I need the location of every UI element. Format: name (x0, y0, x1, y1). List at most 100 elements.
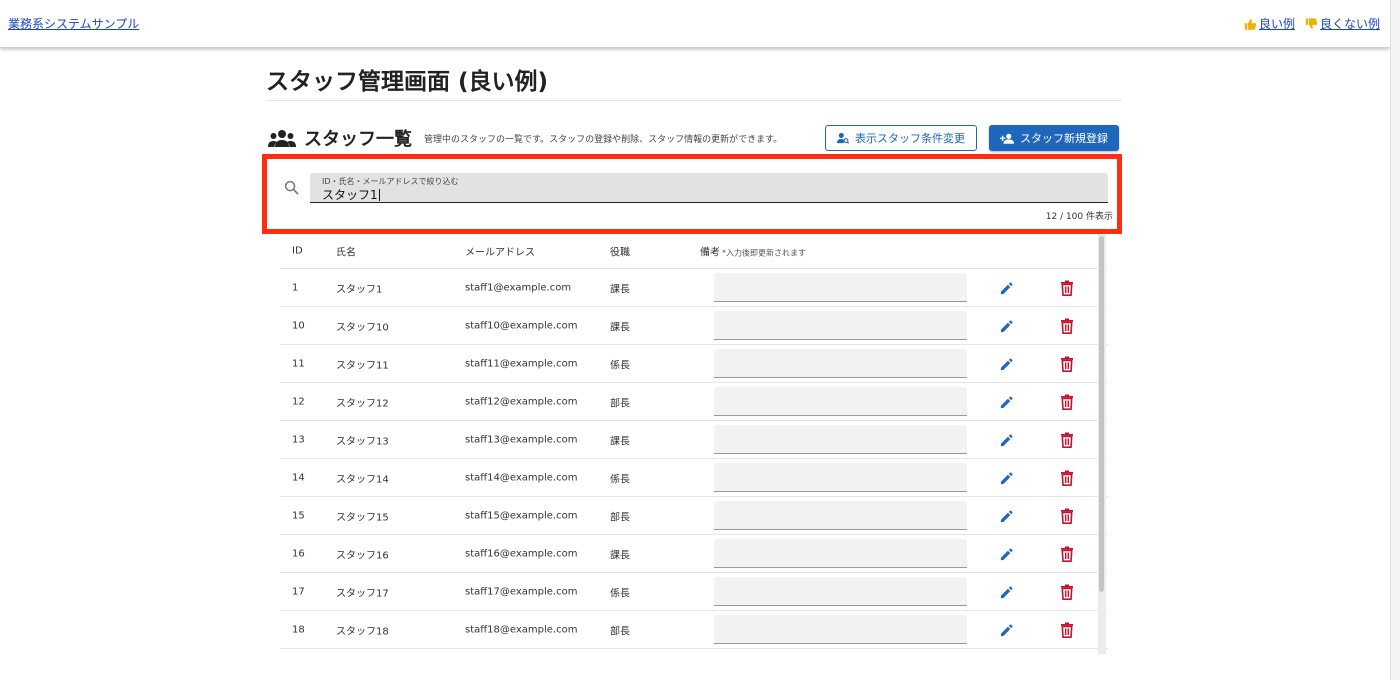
cell-email: staff17@example.com (465, 586, 578, 597)
cell-role: 係長 (610, 588, 630, 599)
edit-pencil-icon[interactable] (999, 547, 1014, 562)
col-header-email: メールアドレス (465, 247, 535, 259)
edit-pencil-icon[interactable] (999, 471, 1014, 486)
cell-role: 課長 (610, 550, 630, 561)
cell-role: 部長 (610, 626, 630, 637)
section-description: 管理中のスタッフの一覧です。スタッフの登録や削除、スタッフ情報の更新ができます。 (424, 134, 783, 145)
people-icon (268, 130, 296, 147)
note-input[interactable] (714, 387, 967, 416)
delete-trash-icon[interactable] (1060, 470, 1074, 486)
cell-email: staff1@example.com (465, 282, 572, 293)
edit-pencil-icon[interactable] (999, 281, 1014, 296)
cell-id: 12 (292, 396, 305, 407)
result-count: 12 / 100 件表示 (1045, 212, 1113, 222)
edit-pencil-icon[interactable] (999, 357, 1014, 372)
cell-id: 1 (292, 282, 299, 293)
delete-trash-icon[interactable] (1060, 546, 1074, 562)
thumbs-up-icon (1244, 18, 1257, 30)
col-header-id: ID (292, 245, 303, 257)
cell-role: 係長 (610, 474, 630, 485)
search-input[interactable]: ID・氏名・メールアドレスで絞り込む スタッフ1 (310, 173, 1108, 203)
cell-name: スタッフ15 (336, 512, 389, 523)
cell-id: 10 (292, 320, 305, 331)
table-row: 12 スタッフ12 staff12@example.com 部長 (280, 383, 1108, 421)
cell-name: スタッフ11 (336, 360, 389, 371)
delete-trash-icon[interactable] (1060, 394, 1074, 410)
cell-role: 課長 (610, 436, 630, 447)
cell-name: スタッフ12 (336, 398, 389, 409)
cell-name: スタッフ18 (336, 626, 389, 637)
cell-email: staff16@example.com (465, 548, 578, 559)
delete-trash-icon[interactable] (1060, 280, 1074, 296)
cell-role: 部長 (610, 398, 630, 409)
good-example-link[interactable]: 良い例 (1244, 15, 1295, 32)
table-row: 17 スタッフ17 staff17@example.com 係長 (280, 573, 1108, 611)
edit-pencil-icon[interactable] (999, 395, 1014, 410)
table-header: ID 氏名 メールアドレス 役職 備考 *入力後即更新されます (280, 234, 1108, 269)
app-home-link[interactable]: 業務系システムサンプル (8, 15, 139, 32)
note-input[interactable] (714, 539, 967, 568)
note-input[interactable] (714, 273, 967, 302)
search-input-value: スタッフ1 (322, 188, 378, 202)
note-input[interactable] (714, 425, 967, 454)
table-row: 1 スタッフ1 staff1@example.com 課長 (280, 269, 1108, 307)
note-input[interactable] (714, 349, 967, 378)
table-row: 10 スタッフ10 staff10@example.com 課長 (280, 307, 1108, 345)
delete-trash-icon[interactable] (1060, 584, 1074, 600)
edit-pencil-icon[interactable] (999, 509, 1014, 524)
col-header-name: 氏名 (336, 247, 356, 259)
table-row: 14 スタッフ14 staff14@example.com 係長 (280, 459, 1108, 497)
table-row: 13 スタッフ13 staff13@example.com 課長 (280, 421, 1108, 459)
cell-email: staff11@example.com (465, 358, 578, 369)
cell-id: 17 (292, 586, 305, 597)
cell-name: スタッフ14 (336, 474, 389, 485)
cell-role: 部長 (610, 512, 630, 523)
page-scrollbar[interactable] (1390, 0, 1400, 680)
edit-pencil-icon[interactable] (999, 585, 1014, 600)
note-input[interactable] (714, 463, 967, 492)
top-bar: 業務系システムサンプル 良い例 良くない例 (0, 0, 1390, 48)
note-input[interactable] (714, 577, 967, 606)
delete-trash-icon[interactable] (1060, 318, 1074, 334)
cell-name: スタッフ1 (336, 284, 383, 295)
filter-staff-button[interactable]: 表示スタッフ条件変更 (825, 125, 977, 151)
table-body: 1 スタッフ1 staff1@example.com 課長 10 スタッフ10 staff1… (280, 269, 1108, 649)
cell-email: staff14@example.com (465, 472, 578, 483)
col-header-note: 備考 (700, 247, 720, 259)
cell-name: スタッフ10 (336, 322, 389, 333)
edit-pencil-icon[interactable] (999, 623, 1014, 638)
cell-email: staff10@example.com (465, 320, 578, 331)
cell-id: 16 (292, 548, 305, 559)
note-input[interactable] (714, 311, 967, 340)
register-staff-button[interactable]: スタッフ新規登録 (989, 125, 1119, 151)
search-icon (284, 180, 299, 195)
filter-staff-label: 表示スタッフ条件変更 (855, 132, 965, 145)
cell-role: 課長 (610, 322, 630, 333)
cell-email: staff15@example.com (465, 510, 578, 521)
cell-name: スタッフ17 (336, 588, 389, 599)
cell-id: 15 (292, 510, 305, 521)
search-highlight-box: ID・氏名・メールアドレスで絞り込む スタッフ1 12 / 100 件表示 (262, 154, 1122, 234)
edit-pencil-icon[interactable] (999, 433, 1014, 448)
cell-id: 14 (292, 472, 305, 483)
edit-pencil-icon[interactable] (999, 319, 1014, 334)
delete-trash-icon[interactable] (1060, 508, 1074, 524)
table-scrollbar-thumb[interactable] (1099, 236, 1104, 592)
note-input[interactable] (714, 501, 967, 530)
page-title: スタッフ管理画面 (良い例) (266, 69, 549, 95)
delete-trash-icon[interactable] (1060, 356, 1074, 372)
cell-email: staff18@example.com (465, 624, 578, 635)
note-input[interactable] (714, 615, 967, 644)
delete-trash-icon[interactable] (1060, 432, 1074, 448)
bad-example-label: 良くない例 (1319, 17, 1380, 31)
delete-trash-icon[interactable] (1060, 622, 1074, 638)
cell-role: 係長 (610, 360, 630, 371)
table-row: 16 スタッフ16 staff16@example.com 課長 (280, 535, 1108, 573)
bad-example-link[interactable]: 良くない例 (1305, 15, 1380, 32)
cell-email: staff13@example.com (465, 434, 578, 445)
cell-id: 11 (292, 358, 305, 369)
register-staff-label: スタッフ新規登録 (1020, 132, 1108, 145)
table-row: 11 スタッフ11 staff11@example.com 係長 (280, 345, 1108, 383)
staff-table: ID 氏名 メールアドレス 役職 備考 *入力後即更新されます 1 スタッフ1 sta… (280, 234, 1108, 654)
example-links: 良い例 良くない例 (1244, 15, 1380, 32)
